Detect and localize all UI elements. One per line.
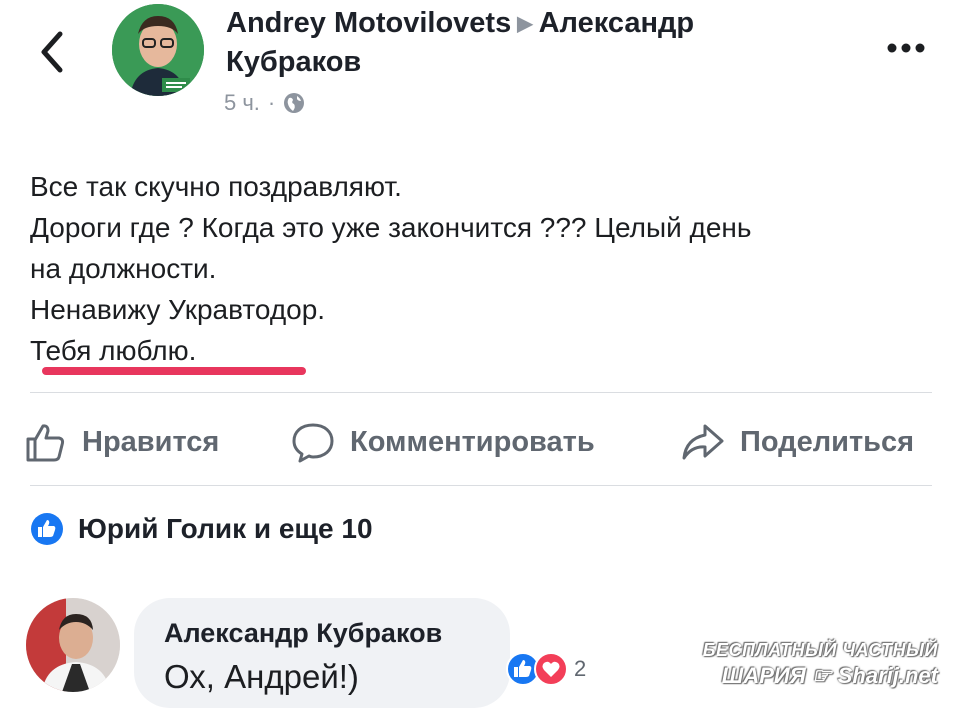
thumbs-up-icon	[26, 424, 65, 462]
post-line: на должности.	[30, 253, 217, 284]
author-name[interactable]: Andrey Motovilovets	[226, 7, 511, 39]
globe-icon	[284, 93, 305, 113]
more-options-button[interactable]	[882, 30, 930, 66]
more-horizontal-icon	[887, 43, 925, 53]
highlight-underline	[42, 367, 306, 375]
love-reaction-icon	[534, 652, 568, 686]
author-photo	[112, 4, 204, 96]
comment-button[interactable]: Комментировать	[290, 414, 595, 470]
watermark-site: Sharij.net	[837, 663, 938, 688]
share-label: Поделиться	[740, 425, 915, 458]
comment-label: Комментировать	[350, 425, 595, 458]
likes-summary[interactable]: Юрий Голик и еще 10	[30, 512, 373, 546]
watermark-line1: БЕСПЛАТНЫЙ ЧАСТНЫЙ	[702, 640, 938, 660]
comment-reactions[interactable]: 2	[506, 652, 586, 686]
commenter-photo	[26, 598, 120, 692]
meta-separator: ·	[267, 90, 276, 115]
recipient-name-line2[interactable]: Кубраков	[226, 46, 361, 78]
comment-author[interactable]: Александр Кубраков	[164, 618, 442, 649]
post-line: Все так скучно поздравляют.	[30, 171, 402, 202]
post-line: Ненавижу Укравтодор.	[30, 294, 326, 325]
pointing-hand-icon: ☞	[811, 663, 832, 688]
watermark-line2: ШАРИЯ ☞ Sharij.net	[703, 663, 938, 689]
watermark: БЕСПЛАТНЫЙ ЧАСТНЫЙ ШАРИЯ ☞ Sharij.net	[703, 640, 938, 689]
like-label: Нравится	[82, 425, 220, 458]
like-reaction-icon	[31, 513, 63, 545]
post-text: Все так скучно поздравляют. Дороги где ?…	[30, 166, 930, 371]
divider	[30, 392, 932, 393]
reaction-count: 2	[574, 656, 587, 681]
watermark-brand: ШАРИЯ	[721, 663, 806, 688]
share-button[interactable]: Поделиться	[680, 414, 914, 470]
post-time[interactable]: 5 ч.	[224, 90, 260, 116]
comment-icon	[292, 423, 334, 463]
like-button[interactable]: Нравится	[24, 414, 219, 470]
chevron-left-icon	[41, 31, 63, 73]
arrow-right-icon: ▶	[517, 13, 533, 35]
post-header-title: Andrey Motovilovets ▶ Александр Кубраков	[226, 4, 846, 81]
author-avatar[interactable]	[112, 4, 204, 96]
recipient-name[interactable]: Александр	[539, 7, 695, 39]
comment-text: Ох, Андрей!)	[164, 658, 359, 695]
post-line: Дороги где ? Когда это уже закончится ??…	[30, 212, 752, 243]
likes-text: Юрий Голик и еще 10	[78, 513, 373, 544]
divider	[30, 485, 932, 486]
post-line: Тебя люблю.	[30, 335, 197, 366]
commenter-avatar[interactable]	[26, 598, 120, 692]
share-icon	[682, 424, 724, 460]
back-button[interactable]	[32, 24, 72, 80]
post-meta: 5 ч. ·	[224, 90, 305, 116]
